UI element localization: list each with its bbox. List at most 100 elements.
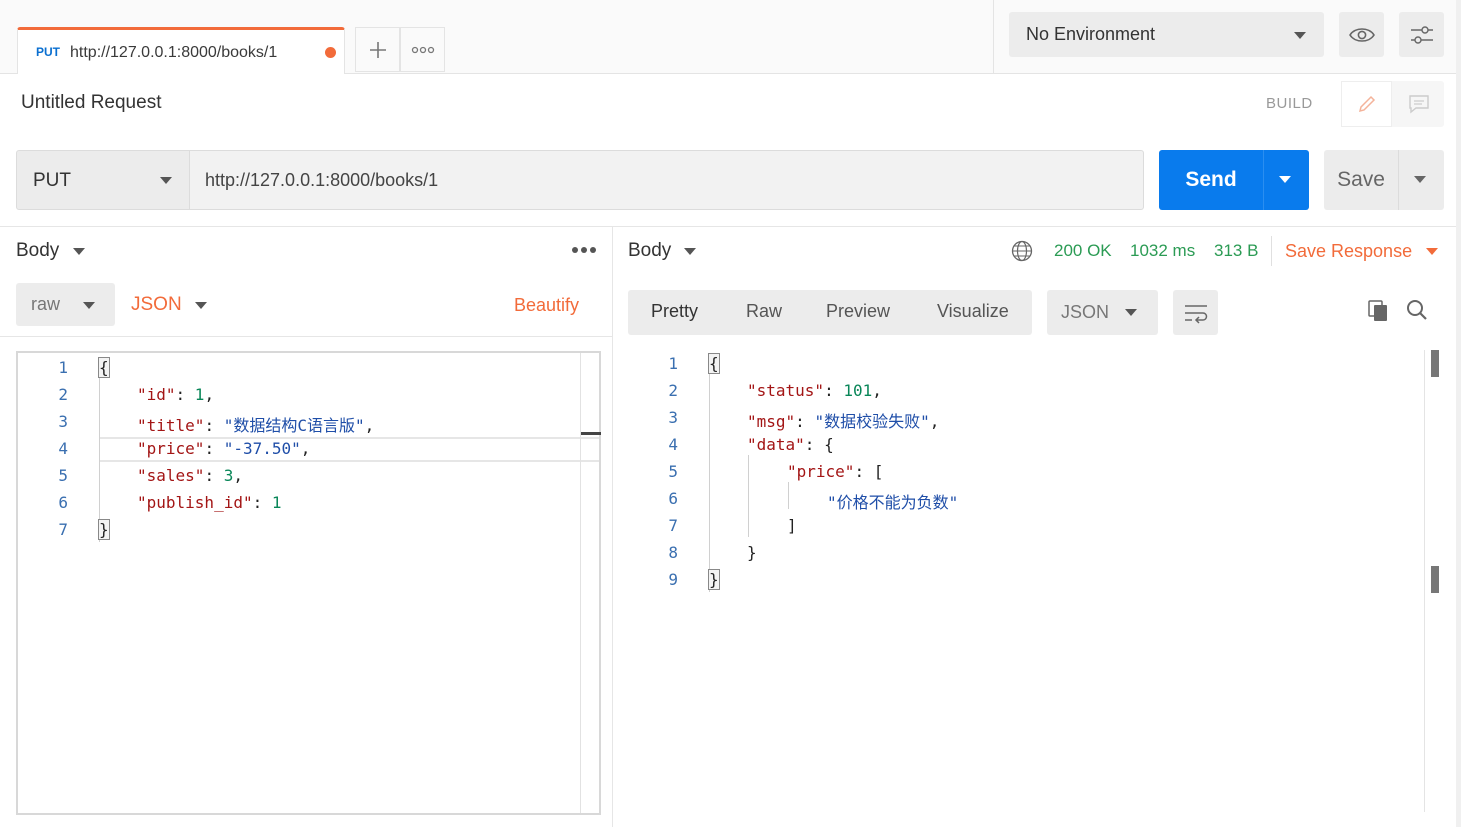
pane-divider[interactable]: [612, 227, 613, 827]
environment-select[interactable]: No Environment: [1009, 12, 1324, 57]
response-body-viewer[interactable]: 1 2 3 4 5 6 7 8 9 { "status": 101, "msg"…: [628, 349, 1424, 811]
code-line: "id": 1,: [137, 385, 215, 404]
tab-bar: PUT http://127.0.0.1:8000/books/1 No Env…: [0, 0, 1461, 74]
chevron-down-icon[interactable]: [73, 248, 85, 255]
code-line: }: [708, 569, 720, 590]
line-number: 4: [58, 439, 68, 458]
divider: [0, 226, 1461, 227]
tab-pretty[interactable]: Pretty: [651, 301, 698, 322]
mode-toggle-group: [1341, 81, 1444, 127]
code-line: "title": "数据结构C语言版",: [137, 416, 375, 435]
body-mode-label: raw: [31, 294, 61, 314]
method-label: PUT: [33, 170, 71, 191]
response-size[interactable]: 313 B: [1214, 241, 1258, 261]
tab-preview[interactable]: Preview: [826, 301, 890, 322]
more-options-icon[interactable]: [572, 247, 596, 253]
code-line: }: [747, 543, 757, 562]
code-line: }: [98, 519, 110, 540]
line-number: 6: [668, 489, 678, 508]
line-number: 1: [668, 354, 678, 373]
body-mode-select[interactable]: raw: [16, 283, 115, 326]
chevron-down-icon: [1125, 309, 1137, 316]
request-body-title[interactable]: Body: [16, 240, 59, 262]
build-mode-label[interactable]: BUILD: [1266, 95, 1313, 112]
line-number: 2: [58, 385, 68, 404]
copy-icon[interactable]: [1367, 299, 1389, 323]
tab-visualize[interactable]: Visualize: [937, 301, 1009, 322]
line-number: 7: [668, 516, 678, 535]
code-line: "price": "-37.50",: [137, 439, 311, 458]
tab-options-button[interactable]: [400, 27, 445, 72]
request-body-editor[interactable]: 1 2 3 4 5 6 7 { "id": 1, "title": "数据结构C…: [16, 351, 601, 815]
divider: [0, 336, 612, 337]
wrap-lines-button[interactable]: [1173, 290, 1218, 335]
beautify-link[interactable]: Beautify: [514, 295, 579, 316]
environment-label: No Environment: [1026, 24, 1156, 44]
comment-icon: [1408, 95, 1429, 114]
line-number: 7: [58, 520, 68, 539]
code-line: {: [98, 357, 110, 378]
more-icon: [411, 46, 434, 53]
line-number: 3: [668, 408, 678, 427]
globe-icon[interactable]: [1011, 240, 1033, 262]
send-options-chevron-icon[interactable]: [1279, 176, 1291, 183]
unsaved-dot-icon: [325, 47, 336, 58]
request-tab[interactable]: PUT http://127.0.0.1:8000/books/1: [17, 27, 345, 74]
eye-icon: [1348, 27, 1375, 42]
response-time[interactable]: 1032 ms: [1130, 241, 1195, 261]
editor-scrollbar[interactable]: [581, 432, 601, 435]
code-line: "msg": "数据校验失败",: [747, 412, 940, 431]
tab-raw[interactable]: Raw: [746, 301, 782, 322]
line-number: 6: [58, 493, 68, 512]
code-line: {: [708, 353, 720, 374]
code-line: "publish_id": 1: [137, 493, 282, 512]
chevron-down-icon[interactable]: [1426, 248, 1438, 255]
search-icon[interactable]: [1406, 299, 1428, 321]
line-number: 1: [58, 358, 68, 377]
response-scrollbar[interactable]: [1424, 350, 1440, 812]
environment-quick-look-button[interactable]: [1339, 12, 1384, 57]
send-button[interactable]: Send: [1159, 150, 1309, 210]
edit-mode-button[interactable]: [1341, 81, 1392, 127]
method-select[interactable]: PUT: [16, 150, 190, 210]
code-line: ]: [787, 516, 797, 535]
chevron-down-icon[interactable]: [684, 248, 696, 255]
line-number: 4: [668, 435, 678, 454]
line-number: 2: [668, 381, 678, 400]
save-response-button[interactable]: Save Response: [1285, 241, 1412, 262]
tab-url: http://127.0.0.1:8000/books/1: [70, 44, 278, 61]
response-body-title[interactable]: Body: [628, 240, 671, 262]
chevron-down-icon: [83, 302, 95, 309]
window-scrollbar[interactable]: [1456, 0, 1461, 827]
code-line: "sales": 3,: [137, 466, 243, 485]
line-number: 8: [668, 543, 678, 562]
send-label: Send: [1185, 168, 1237, 191]
request-name[interactable]: Untitled Request: [21, 92, 161, 114]
line-number: 9: [668, 570, 678, 589]
code-line: "价格不能为负数": [827, 493, 959, 512]
line-number: 5: [668, 462, 678, 481]
new-tab-button[interactable]: [355, 27, 400, 72]
response-format-select[interactable]: JSON: [1047, 290, 1158, 335]
sliders-icon: [1410, 25, 1433, 44]
chevron-down-icon: [195, 302, 207, 309]
status-badge[interactable]: 200 OK: [1054, 241, 1112, 261]
language-label: JSON: [131, 294, 182, 315]
manage-environments-button[interactable]: [1399, 12, 1444, 57]
save-button[interactable]: Save: [1324, 150, 1444, 210]
save-label: Save: [1337, 168, 1385, 191]
code-line: "data": {: [747, 435, 834, 454]
code-line: "status": 101,: [747, 381, 882, 400]
code-line: "price": [: [787, 462, 884, 481]
line-number: 5: [58, 466, 68, 485]
comments-button[interactable]: [1393, 81, 1444, 127]
save-options-chevron-icon[interactable]: [1414, 176, 1426, 183]
wrap-icon: [1184, 304, 1207, 324]
url-input[interactable]: [189, 150, 1144, 210]
response-view-tabs: Pretty Raw Preview Visualize: [628, 290, 1032, 335]
env-divider: [993, 0, 994, 74]
tab-method: PUT: [36, 45, 60, 59]
chevron-down-icon: [160, 177, 172, 184]
plus-icon: [369, 41, 386, 58]
chevron-down-icon: [1294, 32, 1306, 39]
